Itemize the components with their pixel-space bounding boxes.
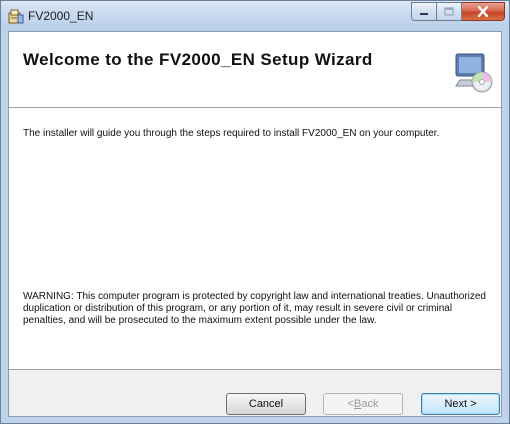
intro-text: The installer will guide you through the… [23, 128, 440, 139]
close-icon [477, 6, 489, 17]
close-button[interactable] [462, 2, 505, 21]
copyright-warning: WARNING: This computer program is protec… [23, 291, 486, 326]
next-button[interactable]: Next > [421, 393, 500, 415]
back-label-rest: ack [361, 398, 379, 410]
computer-cd-icon [455, 53, 493, 93]
minimize-icon [420, 12, 428, 15]
back-button[interactable]: < Back [323, 393, 403, 415]
title-bar[interactable]: FV2000_EN [1, 1, 509, 31]
installer-app-icon [8, 9, 24, 24]
minimize-button[interactable] [411, 2, 437, 21]
back-accelerator: B [353, 398, 362, 410]
setup-window: FV2000_EN Welcome to the FV2000_EN Setup… [0, 0, 510, 424]
maximize-button[interactable] [437, 2, 462, 21]
window-title: FV2000_EN [28, 9, 94, 23]
caption-buttons [411, 2, 505, 22]
wizard-banner: Welcome to the FV2000_EN Setup Wizard [9, 32, 501, 108]
wizard-client-area: Welcome to the FV2000_EN Setup Wizard Th… [8, 31, 502, 417]
wizard-body: The installer will guide you through the… [9, 108, 501, 370]
cancel-button[interactable]: Cancel [226, 393, 306, 415]
maximize-icon [444, 7, 454, 16]
wizard-title: Welcome to the FV2000_EN Setup Wizard [23, 50, 373, 69]
